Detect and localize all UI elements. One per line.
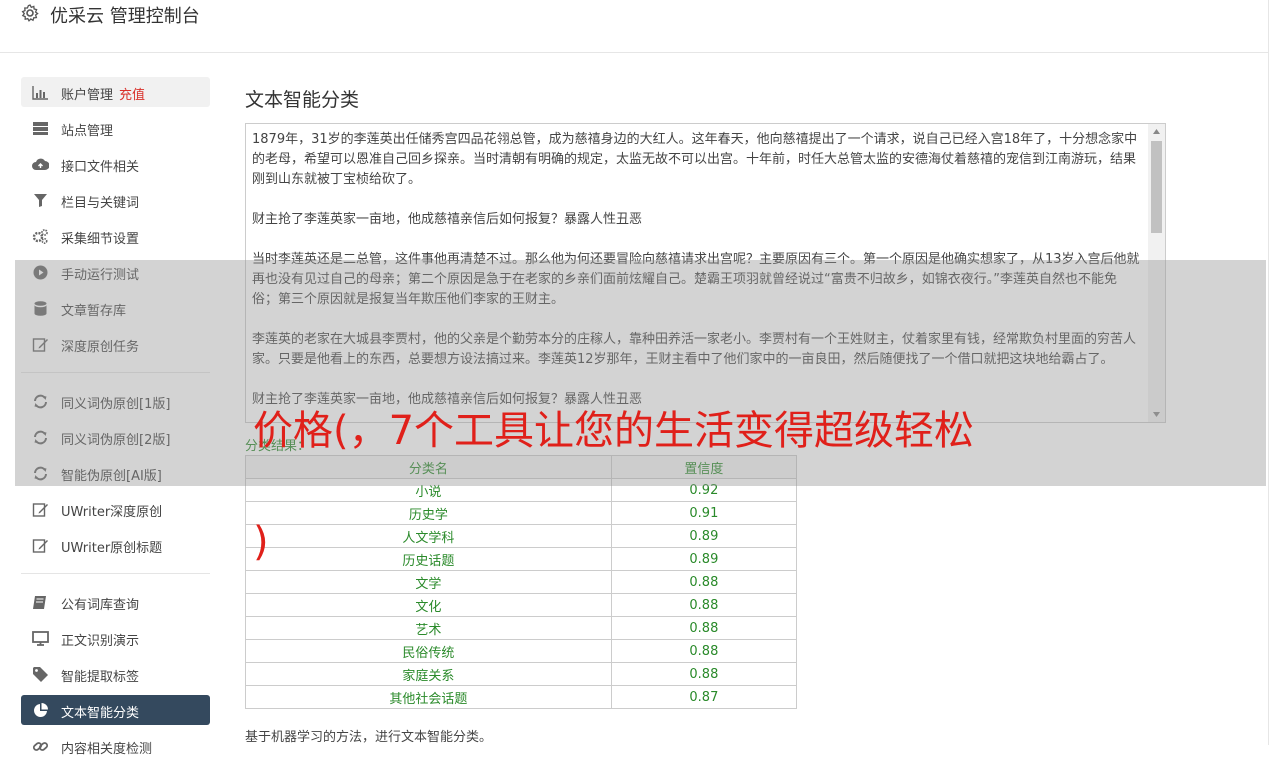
sidebar-item-label: UWriter原创标题	[61, 541, 163, 556]
confidence-cell: 0.88	[610, 616, 798, 640]
table-row: 家庭关系 0.88	[245, 662, 798, 686]
text-paragraph: 财主抢了李莲英家一亩地，他成慈禧亲信后如何报复？暴露人性丑恶	[252, 212, 643, 227]
sidebar-item-label: 栏目与关键词	[61, 196, 140, 211]
confidence-cell: 0.89	[610, 547, 798, 571]
sidebar-item-label: 采集细节设置	[61, 232, 140, 247]
sidebar-item-uwriter-deep[interactable]: UWriter深度原创	[21, 494, 210, 524]
sidebar-item-label: 站点管理	[61, 124, 114, 139]
sidebar-item-text-classification[interactable]: 文本智能分类	[21, 695, 210, 725]
category-cell: 历史话题	[245, 547, 612, 571]
filter-icon	[34, 194, 47, 207]
sidebar-item-relevance-check[interactable]: 内容相关度检测	[21, 731, 210, 761]
table-row: 人文学科 0.89	[245, 524, 798, 548]
text-paragraph: 1879年，31岁的李莲英出任储秀宫四品花翎总管，成为慈禧身边的大红人。这年春天…	[252, 132, 1138, 187]
category-cell: 艺术	[245, 616, 612, 640]
table-row: 民俗传统 0.88	[245, 639, 798, 663]
overlay-tail: )	[253, 519, 269, 565]
sidebar-item-label: UWriter深度原创	[61, 505, 163, 520]
edit-icon	[32, 539, 48, 553]
page-title: 文本智能分类	[245, 89, 360, 111]
book-icon	[33, 596, 46, 609]
confidence-cell: 0.87	[610, 685, 798, 709]
sidebar-item-label: 接口文件相关	[61, 160, 140, 175]
confidence-cell: 0.91	[610, 501, 798, 525]
footnote: 基于机器学习的方法，进行文本智能分类。	[245, 730, 493, 745]
confidence-cell: 0.88	[610, 662, 798, 686]
table-row: 历史学 0.91	[245, 501, 798, 525]
sidebar-item-sites[interactable]: 站点管理	[21, 113, 210, 143]
edit-icon	[32, 503, 48, 517]
tag-icon	[33, 667, 48, 682]
gear-icon[interactable]	[20, 3, 40, 23]
table-row: 文化 0.88	[245, 593, 798, 617]
sidebar-item-public-lexicon[interactable]: 公有词库查询	[21, 587, 210, 617]
scroll-up-arrow-icon[interactable]	[1148, 124, 1165, 139]
confidence-cell: 0.88	[610, 570, 798, 594]
category-cell: 文学	[245, 570, 612, 594]
category-cell: 家庭关系	[245, 662, 612, 686]
bar-chart-icon	[32, 86, 48, 100]
category-cell: 民俗传统	[245, 639, 612, 663]
sidebar-item-label: 正文识别演示	[61, 634, 140, 649]
table-row: 文学 0.88	[245, 570, 798, 594]
gears-icon	[32, 229, 48, 245]
confidence-cell: 0.89	[610, 524, 798, 548]
sidebar-divider	[21, 573, 210, 574]
scrollbar-thumb[interactable]	[1151, 141, 1162, 233]
recharge-link[interactable]: 充值	[119, 88, 145, 103]
server-icon	[33, 122, 48, 135]
cloud-upload-icon	[32, 158, 49, 170]
table-row: 艺术 0.88	[245, 616, 798, 640]
classification-table: 分类名 置信度 小说 0.92 历史学 0.91 人文学科 0.89 历史话题 0.89…	[245, 455, 798, 709]
sidebar-item-api-files[interactable]: 接口文件相关	[21, 149, 210, 179]
sidebar-item-columns-keywords[interactable]: 栏目与关键词	[21, 185, 210, 215]
confidence-cell: 0.88	[610, 593, 798, 617]
overlay-headline: 价格(，7个工具让您的生活变得超级轻松	[253, 408, 975, 454]
pie-chart-icon	[34, 703, 48, 717]
category-cell: 其他社会话题	[245, 685, 612, 709]
table-row: 其他社会话题 0.87	[245, 685, 798, 709]
category-cell: 文化	[245, 593, 612, 617]
sidebar-item-extract-tags[interactable]: 智能提取标签	[21, 659, 210, 689]
table-row: 历史话题 0.89	[245, 547, 798, 571]
sidebar-item-uwriter-title[interactable]: UWriter原创标题	[21, 530, 210, 560]
sidebar-item-body-recognition[interactable]: 正文识别演示	[21, 623, 210, 653]
confidence-cell: 0.88	[610, 639, 798, 663]
sidebar-item-label: 账户管理	[61, 88, 114, 103]
sidebar-item-collect-settings[interactable]: 采集细节设置	[21, 221, 210, 251]
top-header: 优采云 管理控制台	[0, 0, 1268, 53]
app-title: 优采云 管理控制台	[50, 6, 200, 27]
category-cell: 人文学科	[245, 524, 612, 548]
sidebar-item-label: 公有词库查询	[61, 598, 140, 613]
sidebar-item-label: 内容相关度检测	[61, 742, 153, 757]
sidebar-item-label: 智能提取标签	[61, 670, 140, 685]
link-icon	[32, 742, 49, 751]
sidebar-item-account[interactable]: 账户管理 充值	[21, 77, 210, 107]
monitor-icon	[32, 631, 49, 646]
category-cell: 历史学	[245, 501, 612, 525]
sidebar-item-label: 文本智能分类	[61, 706, 140, 721]
page-divider	[1268, 0, 1269, 745]
